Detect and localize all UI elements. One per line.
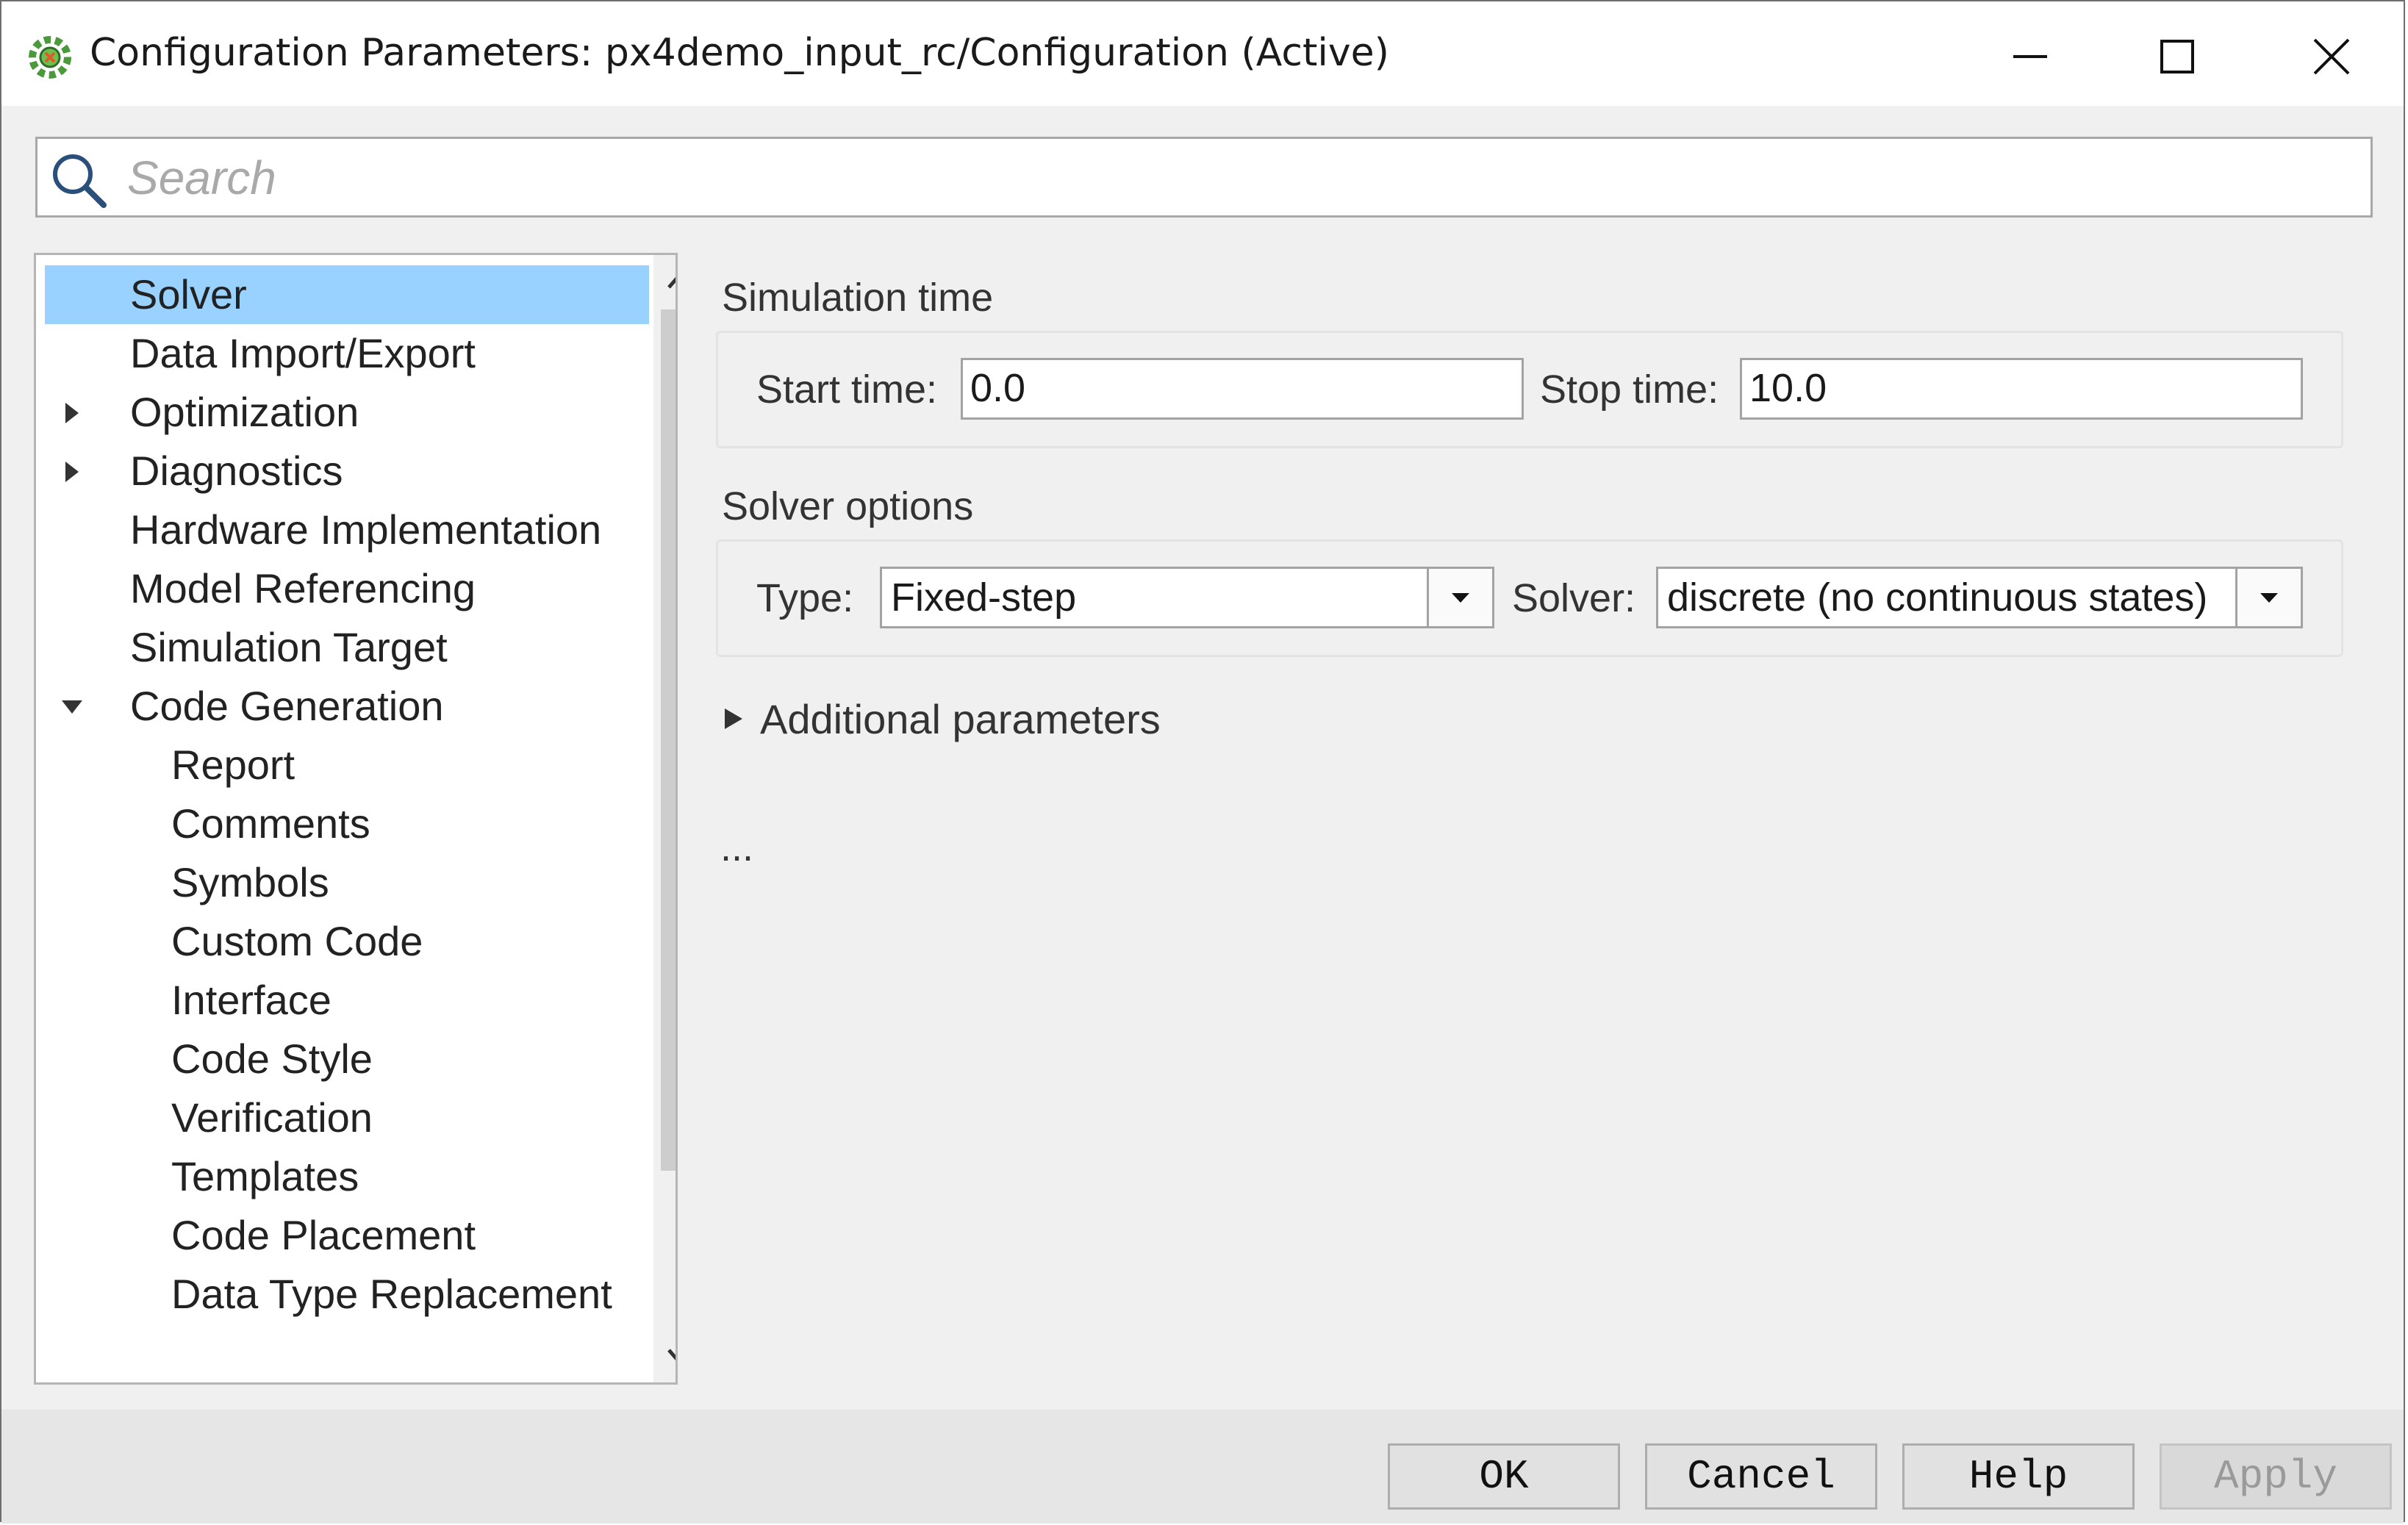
tree-item-label: Model Referencing <box>130 565 476 611</box>
dropdown-arrow-icon <box>2260 593 2278 603</box>
collapsed-arrow-icon[interactable] <box>60 401 85 426</box>
tree-item[interactable]: Verification <box>45 1088 649 1147</box>
tree-item[interactable]: Report <box>45 736 649 794</box>
type-label: Type: <box>756 576 854 620</box>
tree-item-label: Simulation Target <box>130 624 448 670</box>
stop-time-field[interactable]: 10.0 <box>1740 358 2303 420</box>
tree-item[interactable]: Interface <box>45 971 649 1030</box>
tree-item[interactable]: Symbols <box>45 853 649 912</box>
tree-item[interactable]: Simulation Target <box>45 618 649 677</box>
tree-item-label: Solver <box>130 271 247 317</box>
scroll-up-button[interactable] <box>653 255 676 306</box>
tree-item-label: Optimization <box>130 389 359 435</box>
tree-scrollbar[interactable] <box>653 255 676 1382</box>
tree-item[interactable]: Optimization <box>45 383 649 442</box>
type-dropdown-value: Fixed-step <box>891 575 1077 620</box>
maximize-button[interactable] <box>2133 16 2221 97</box>
tree-item[interactable]: Code Placement <box>45 1206 649 1265</box>
additional-parameters-label: Additional parameters <box>760 696 1161 742</box>
cancel-button[interactable]: Cancel <box>1645 1443 1877 1510</box>
tree-item[interactable]: Templates <box>45 1147 649 1206</box>
search-input[interactable] <box>126 146 2334 209</box>
solver-dropdown[interactable]: discrete (no continuous states) <box>1656 567 2303 628</box>
tree-item-label: Code Generation <box>130 683 444 729</box>
tree-item-label: Report <box>171 742 295 788</box>
tree-item-label: Custom Code <box>171 918 423 964</box>
simulation-time-group: Start time: 0.0 Stop time: 10.0 <box>716 331 2343 448</box>
tree-item[interactable]: Model Referencing <box>45 559 649 618</box>
simulation-time-heading: Simulation time <box>722 276 994 320</box>
expand-arrow-icon <box>725 708 742 729</box>
tree-item-label: Data Import/Export <box>130 330 476 376</box>
tree-item-label: Comments <box>171 800 370 847</box>
tree-item-label: Verification <box>171 1094 373 1141</box>
scroll-down-button[interactable] <box>653 1331 676 1382</box>
category-tree[interactable]: Solver Data Import/Export Optimization Diag… <box>34 253 678 1385</box>
start-time-field[interactable]: 0.0 <box>961 358 1524 420</box>
solver-options-heading: Solver options <box>722 484 974 528</box>
tree-item[interactable]: Data Import/Export <box>45 324 649 383</box>
search-box[interactable] <box>35 137 2373 218</box>
tree-item[interactable]: Hardware Implementation <box>45 500 649 559</box>
apply-button[interactable]: Apply <box>2160 1443 2392 1510</box>
start-time-label: Start time: <box>756 367 938 412</box>
tree-item-label: Data Type Replacement <box>171 1271 612 1317</box>
solver-options-group: Type: Fixed-step Solver: discrete (no co… <box>716 539 2343 657</box>
tree-item-label: Code Style <box>171 1036 373 1082</box>
maximize-icon <box>2160 40 2194 73</box>
tree-item[interactable]: Solver <box>45 265 649 324</box>
tree-item-label: Hardware Implementation <box>130 506 602 553</box>
tree-item-label: Interface <box>171 977 332 1023</box>
ok-button[interactable]: OK <box>1388 1443 1620 1510</box>
type-dropdown[interactable]: Fixed-step <box>880 567 1494 628</box>
tree-item-label: Code Placement <box>171 1212 476 1258</box>
dropdown-arrow-icon <box>1452 593 1469 603</box>
minimize-icon <box>2013 55 2047 58</box>
solver-label: Solver: <box>1512 576 1636 620</box>
configuration-parameters-dialog: Configuration Parameters: px4demo_input_… <box>0 0 2405 1524</box>
search-icon <box>48 149 110 211</box>
help-button[interactable]: Help <box>1902 1443 2135 1510</box>
title-bar[interactable]: Configuration Parameters: px4demo_input_… <box>1 1 2404 106</box>
stop-time-label: Stop time: <box>1540 367 1719 412</box>
chevron-down-icon <box>667 1349 676 1361</box>
simulink-app-icon <box>26 34 74 81</box>
chevron-up-icon <box>667 276 676 289</box>
tree-item[interactable]: Diagnostics <box>45 442 649 500</box>
tree-item[interactable]: Code Generation <box>45 677 649 736</box>
tree-item-label: Symbols <box>171 859 329 905</box>
type-dropdown-button[interactable] <box>1427 569 1492 626</box>
solver-dropdown-button[interactable] <box>2235 569 2301 626</box>
close-button[interactable] <box>2287 16 2376 97</box>
close-icon <box>2313 38 2350 75</box>
tree-item[interactable]: Custom Code <box>45 912 649 971</box>
ellipsis-text: ... <box>720 825 754 869</box>
tree-item[interactable]: Comments <box>45 794 649 853</box>
scroll-thumb[interactable] <box>661 309 676 1171</box>
tree-item[interactable]: Data Type Replacement <box>45 1265 649 1324</box>
solver-dropdown-value: discrete (no continuous states) <box>1667 575 2208 620</box>
expanded-arrow-icon[interactable] <box>60 695 85 720</box>
tree-item-label: Templates <box>171 1153 359 1199</box>
tree-item-label: Diagnostics <box>130 448 343 494</box>
collapsed-arrow-icon[interactable] <box>60 459 85 484</box>
window-title: Configuration Parameters: px4demo_input_… <box>90 31 1389 75</box>
minimize-button[interactable] <box>1986 16 2074 97</box>
tree-item[interactable]: Code Style <box>45 1030 649 1088</box>
